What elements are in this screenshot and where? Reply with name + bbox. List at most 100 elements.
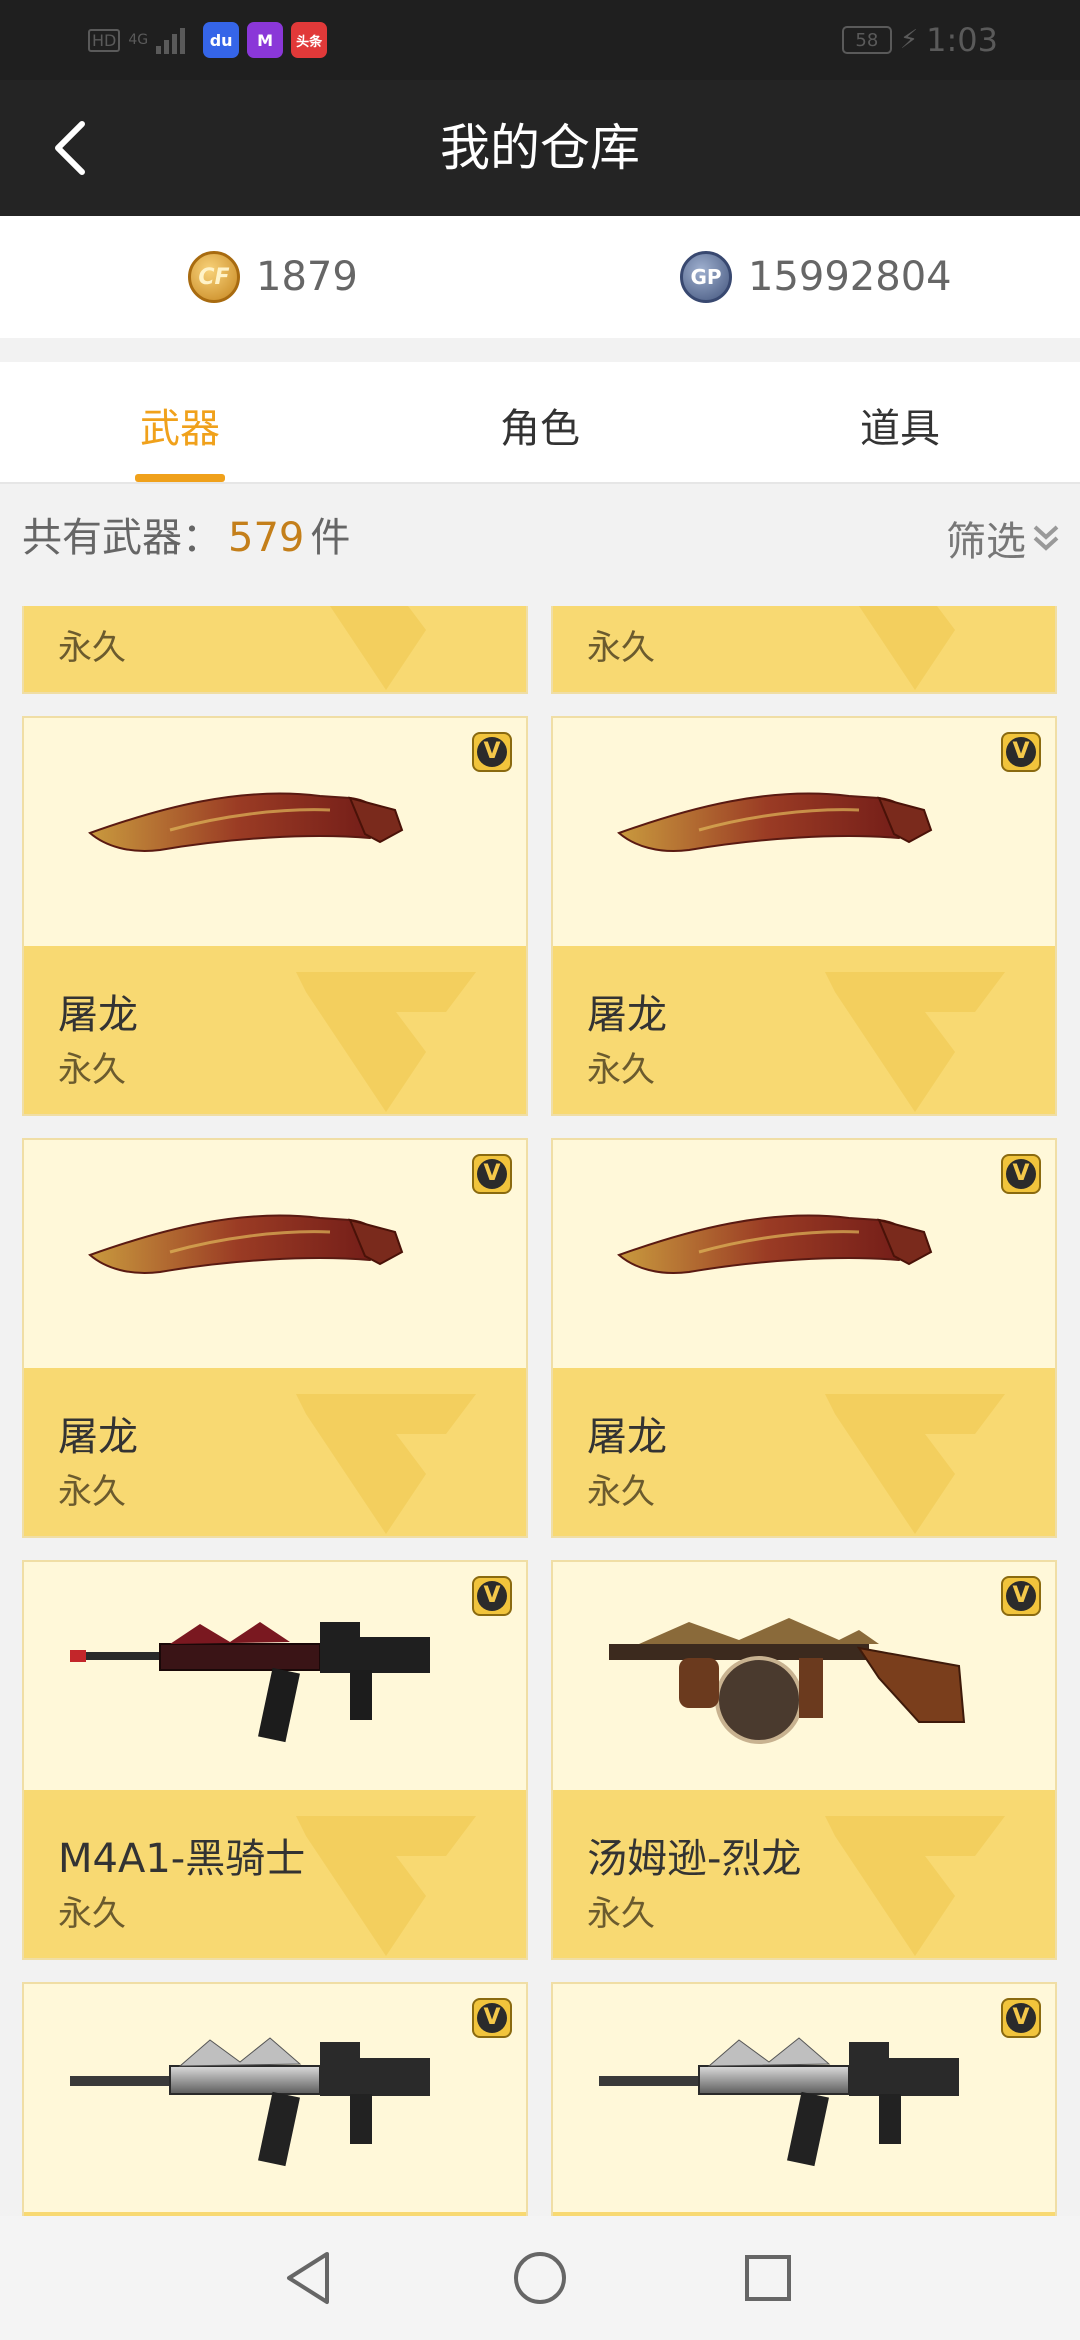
vip-badge-icon: V	[1001, 732, 1041, 772]
weapon-name: 屠龙	[587, 992, 667, 1038]
filter-button[interactable]: 筛选	[946, 508, 1060, 568]
cf-watermark-icon	[296, 1394, 476, 1534]
weapon-count: 共有武器： 579 件	[22, 484, 350, 592]
nav-back-button[interactable]	[268, 2238, 348, 2318]
cf-watermark-icon	[859, 606, 955, 690]
knife-icon	[617, 792, 933, 852]
system-nav-bar	[0, 2216, 1080, 2340]
summary-row: 共有武器： 579 件 筛选	[0, 484, 1080, 606]
vip-badge-label: V	[1006, 2003, 1036, 2033]
weapon-duration: 永久	[587, 1472, 655, 1512]
currency-bar: CF 1879 GP 15992804	[0, 216, 1080, 338]
cf-watermark-icon	[330, 606, 426, 690]
count-number: 579	[228, 515, 305, 561]
network-gen: 4G	[128, 32, 149, 48]
back-button[interactable]	[30, 108, 110, 188]
signal-icon	[156, 26, 186, 54]
count-prefix: 共有武器：	[22, 515, 222, 561]
weapon-card[interactable]: V	[551, 1982, 1057, 2216]
tab-weapons[interactable]: 武器	[30, 362, 330, 482]
weapon-info: 屠龙 永久	[24, 1368, 526, 1536]
vip-badge-icon: V	[472, 1998, 512, 2038]
weapon-duration: 永久	[58, 628, 126, 668]
weapon-info: 永久	[24, 606, 526, 692]
triangle-back-icon	[287, 2252, 329, 2304]
weapon-duration: 永久	[58, 1050, 126, 1090]
weapon-card[interactable]: 永久	[551, 606, 1057, 694]
vip-badge-label: V	[1006, 737, 1036, 767]
knife-icon	[88, 792, 404, 852]
weapon-image-area: V	[553, 1140, 1055, 1368]
weapon-image-area: V	[24, 1140, 526, 1368]
vip-badge-icon: V	[1001, 1998, 1041, 2038]
double-chevron-down-icon	[1033, 525, 1059, 551]
status-right: 58 ⚡ 1:03	[841, 18, 998, 62]
knife-icon	[88, 1214, 404, 1274]
weapon-card[interactable]: V 屠龙 永久	[22, 1138, 528, 1538]
vip-badge-label: V	[477, 2003, 507, 2033]
rifle-icon	[599, 2037, 959, 2167]
gp-balance: GP 15992804	[680, 246, 952, 308]
vip-badge-label: V	[477, 1581, 507, 1611]
weapon-card[interactable]: V 屠龙 永久	[551, 716, 1057, 1116]
weapon-info: 屠龙 永久	[24, 946, 526, 1114]
weapon-card[interactable]: V M4A1-黑骑士 永久	[22, 1560, 528, 1960]
knife-icon	[617, 1214, 933, 1274]
weapon-name: 屠龙	[58, 992, 138, 1038]
weapon-info: 屠龙 永久	[553, 1368, 1055, 1536]
weapon-duration: 永久	[58, 1472, 126, 1512]
nav-home-button[interactable]	[500, 2238, 580, 2318]
vip-badge-label: V	[1006, 1159, 1036, 1189]
weapon-image-area: V	[553, 718, 1055, 946]
weapon-card[interactable]: 永久	[22, 606, 528, 694]
weapon-name: 汤姆逊-烈龙	[587, 1836, 802, 1882]
weapon-name: 屠龙	[587, 1414, 667, 1460]
rifle-icon	[70, 1622, 430, 1743]
weapon-info: 永久	[553, 606, 1055, 692]
vip-badge-label: V	[477, 1159, 507, 1189]
cf-watermark-icon	[296, 972, 476, 1112]
weapon-info: 屠龙 永久	[553, 946, 1055, 1114]
cf-points-value: 1879	[256, 254, 358, 300]
weapon-image-area: V	[24, 718, 526, 946]
circle-home-icon	[514, 2252, 566, 2304]
clock: 1:03	[926, 21, 998, 59]
weapon-card[interactable]: V 屠龙 永久	[551, 1138, 1057, 1538]
app-header: 我的仓库	[0, 80, 1080, 216]
weapon-card[interactable]: V 屠龙 永久	[22, 716, 528, 1116]
weapon-info: M4A1-黑骑士 永久	[24, 1790, 526, 1958]
square-recents-icon	[745, 2255, 791, 2301]
tab-items[interactable]: 道具	[750, 362, 1050, 482]
weapon-info: 汤姆逊-烈龙 永久	[553, 1790, 1055, 1958]
charging-icon: ⚡	[899, 25, 919, 55]
cf-watermark-icon	[296, 1816, 476, 1956]
cf-watermark-icon	[825, 1816, 1005, 1956]
active-tab-indicator	[135, 474, 225, 482]
status-left: HD 4G du M 头条	[88, 18, 328, 62]
weapon-card[interactable]: V	[22, 1982, 528, 2216]
nav-recents-button[interactable]	[728, 2238, 808, 2318]
weapon-grid: 永久 永久 V 屠龙 永久 V 屠龙 永久 V 屠龙 永久 V 屠龙 永久 V …	[0, 606, 1080, 2216]
vip-badge-icon: V	[1001, 1576, 1041, 1616]
vip-badge-icon: V	[472, 1576, 512, 1616]
weapon-card[interactable]: V 汤姆逊-烈龙 永久	[551, 1560, 1057, 1960]
submachine-gun-icon	[609, 1618, 966, 1744]
gp-value: 15992804	[748, 254, 952, 300]
rifle-icon	[70, 2037, 430, 2167]
battery-icon: 58	[841, 26, 892, 54]
meitu-app-icon: M	[247, 22, 284, 58]
vip-badge-label: V	[1006, 1581, 1036, 1611]
cf-points-balance: CF 1879	[188, 246, 358, 308]
weapon-image-area: V	[553, 1562, 1055, 1790]
page-title: 我的仓库	[440, 119, 640, 177]
cf-coin-icon: CF	[188, 251, 240, 303]
vip-badge-label: V	[477, 737, 507, 767]
weapon-duration: 永久	[587, 1050, 655, 1090]
weapon-duration: 永久	[587, 1894, 655, 1934]
weapon-image-area: V	[553, 1984, 1055, 2212]
vip-badge-icon: V	[1001, 1154, 1041, 1194]
cf-watermark-icon	[825, 1394, 1005, 1534]
network-type: HD	[88, 28, 121, 52]
tab-characters[interactable]: 角色	[390, 362, 690, 482]
vip-badge-icon: V	[472, 1154, 512, 1194]
